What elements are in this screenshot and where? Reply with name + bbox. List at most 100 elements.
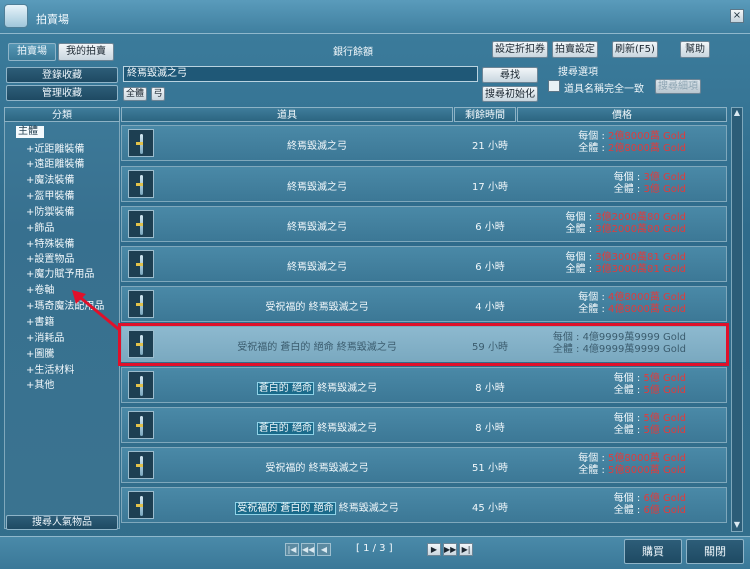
table-row[interactable]: 蒼白的 絕命 終焉毀滅之弓 8 小時 每個 : 5億 Gold 全體 : 5億 G… bbox=[121, 407, 727, 443]
time-left: 4 小時 bbox=[475, 302, 505, 313]
price-each: 3億2000萬80 Gold bbox=[595, 212, 686, 223]
popular-items-button[interactable]: 搜尋人氣物品 bbox=[6, 515, 118, 530]
reset-search-button[interactable]: 搜尋初始化 bbox=[482, 86, 538, 102]
app-logo-icon bbox=[4, 4, 28, 28]
price-total: 5億8000萬 Gold bbox=[608, 465, 686, 476]
bow-icon bbox=[128, 250, 154, 278]
item-name: 終焉毀滅之弓 bbox=[287, 141, 347, 152]
category-item[interactable]: +其他 bbox=[26, 376, 54, 391]
item-prefix: 蒼白的 絕命 bbox=[256, 382, 314, 395]
price-block: 每個 : 6億 Gold 全體 : 6億 Gold bbox=[613, 493, 686, 516]
find-button[interactable]: 尋找 bbox=[482, 67, 538, 83]
last-page-icon[interactable]: ▶| bbox=[459, 543, 473, 556]
item-name: 終焉毀滅之弓 bbox=[287, 182, 347, 193]
item-name: 終焉毀滅之弓 bbox=[287, 222, 347, 233]
time-left: 51 小時 bbox=[472, 463, 508, 474]
item-name: 終焉毀滅之弓 bbox=[287, 262, 347, 273]
bank-balance-label: 銀行餘額 bbox=[333, 47, 373, 58]
category-item[interactable]: +生活材料 bbox=[26, 361, 74, 376]
price-each: 5億8000萬 Gold bbox=[608, 453, 686, 464]
price-each: 5億 Gold bbox=[643, 413, 686, 424]
time-left: 17 小時 bbox=[472, 182, 508, 193]
scrollbar[interactable] bbox=[731, 107, 743, 532]
first-page-icon[interactable]: |◀ bbox=[285, 543, 299, 556]
item-prefix: 蒼白的 絕命 bbox=[256, 422, 314, 435]
category-item[interactable]: +盔甲裝備 bbox=[26, 187, 74, 202]
time-left: 6 小時 bbox=[475, 262, 505, 273]
buy-button[interactable]: 購買 bbox=[624, 539, 682, 564]
category-item[interactable]: +圖騰 bbox=[26, 345, 54, 360]
page-indicator: [ 1 / 3 ] bbox=[356, 543, 393, 554]
table-row[interactable]: 終焉毀滅之弓 21 小時 每個 : 2億8000萬 Gold 全體 : 2億800… bbox=[121, 125, 727, 161]
table-row[interactable]: 終焉毀滅之弓 6 小時 每個 : 3億3000萬81 Gold 全體 : 3億30… bbox=[121, 246, 727, 282]
bow-icon bbox=[128, 129, 154, 157]
bow-icon bbox=[128, 210, 154, 238]
category-item[interactable]: +飾品 bbox=[26, 219, 54, 234]
price-block: 每個 : 5億8000萬 Gold 全體 : 5億8000萬 Gold bbox=[578, 453, 686, 476]
price-total: 3億3000萬81 Gold bbox=[595, 264, 686, 275]
time-left: 8 小時 bbox=[475, 383, 505, 394]
time-left: 21 小時 bbox=[472, 141, 508, 152]
price-total: 3億2000萬80 Gold bbox=[595, 224, 686, 235]
time-left: 6 小時 bbox=[475, 222, 505, 233]
table-row[interactable]: 受祝福的 終焉毀滅之弓 4 小時 每個 : 4億8000萬 Gold 全體 : 4… bbox=[121, 286, 727, 322]
price-block: 每個 : 5億 Gold 全體 : 5億 Gold bbox=[613, 373, 686, 396]
bow-icon bbox=[128, 411, 154, 439]
price-each: 4億8000萬 Gold bbox=[608, 292, 686, 303]
category-root-item[interactable]: 主體 bbox=[16, 126, 44, 138]
scroll-down-icon[interactable]: ▼ bbox=[732, 520, 742, 530]
tab-my-auction[interactable]: 我的拍賣 bbox=[58, 43, 114, 61]
close-button[interactable]: 關閉 bbox=[686, 539, 744, 564]
coupon-settings-button[interactable]: 設定折扣券 bbox=[492, 41, 548, 58]
category-item[interactable]: +防禦裝備 bbox=[26, 203, 74, 218]
table-row[interactable]: 終焉毀滅之弓 17 小時 每個 : 3億 Gold 全體 : 3億 Gold bbox=[121, 166, 727, 202]
category-item[interactable]: +書籍 bbox=[26, 313, 54, 328]
item-name: 終焉毀滅之弓 bbox=[308, 463, 369, 474]
category-item[interactable]: +設置物品 bbox=[26, 250, 74, 265]
time-left: 8 小時 bbox=[475, 423, 505, 434]
scroll-up-icon[interactable]: ▲ bbox=[732, 108, 742, 118]
help-button[interactable]: 幫助 bbox=[680, 41, 710, 58]
category-item[interactable]: +近距離裝備 bbox=[26, 140, 84, 155]
prev-block-icon[interactable]: ◀◀ bbox=[301, 543, 315, 556]
category-item[interactable]: +魔法裝備 bbox=[26, 171, 74, 186]
category-item[interactable]: +遠距離裝備 bbox=[26, 155, 84, 170]
price-block: 每個 : 3億2000萬80 Gold 全體 : 3億2000萬80 Gold bbox=[565, 212, 686, 235]
column-header-price[interactable]: 價格 bbox=[517, 107, 727, 122]
close-icon[interactable]: × bbox=[730, 9, 744, 23]
register-favorite-button[interactable]: 登錄收藏 bbox=[6, 67, 118, 83]
category-item[interactable]: +魔力賦予用品 bbox=[26, 265, 94, 280]
window-title: 拍賣場 bbox=[36, 13, 69, 26]
auction-settings-button[interactable]: 拍賣設定 bbox=[552, 41, 598, 58]
next-block-icon[interactable]: ▶▶ bbox=[443, 543, 457, 556]
category-item[interactable]: +消耗品 bbox=[26, 329, 64, 344]
manage-favorite-button[interactable]: 管理收藏 bbox=[6, 85, 118, 101]
tab-auction[interactable]: 拍賣場 bbox=[8, 43, 56, 61]
category-item[interactable]: +卷軸 bbox=[26, 281, 54, 296]
price-block: 每個 : 3億3000萬81 Gold 全體 : 3億3000萬81 Gold bbox=[565, 252, 686, 275]
price-each: 2億8000萬 Gold bbox=[608, 131, 686, 142]
prev-page-icon[interactable]: ◀ bbox=[317, 543, 331, 556]
table-row[interactable]: 受祝福的 終焉毀滅之弓 51 小時 每個 : 5億8000萬 Gold 全體 : … bbox=[121, 447, 727, 483]
search-detail-button[interactable]: 搜尋細項 bbox=[655, 79, 701, 94]
filter-all-chip[interactable]: 全體 bbox=[123, 87, 147, 101]
search-options-title: 搜尋選項 bbox=[558, 67, 598, 78]
price-block: 每個 : 4億8000萬 Gold 全體 : 4億8000萬 Gold bbox=[578, 292, 686, 315]
column-header-time[interactable]: 剩餘時間 bbox=[454, 107, 516, 122]
price-total: 5億 Gold bbox=[643, 425, 686, 436]
price-block: 每個 : 3億 Gold 全體 : 3億 Gold bbox=[613, 172, 686, 195]
item-prefix: 受祝福的 bbox=[265, 463, 306, 474]
search-input[interactable]: 終焉毀滅之弓 bbox=[123, 66, 478, 82]
table-row[interactable]: 受祝福的 蒼白的 絕命 終焉毀滅之弓 45 小時 每個 : 6億 Gold 全體 … bbox=[121, 487, 727, 523]
highlight-box bbox=[118, 323, 729, 366]
table-row[interactable]: 終焉毀滅之弓 6 小時 每個 : 3億2000萬80 Gold 全體 : 3億20… bbox=[121, 206, 727, 242]
category-item[interactable]: +特殊裝備 bbox=[26, 235, 74, 250]
refresh-button[interactable]: 刷新(F5) bbox=[612, 41, 658, 58]
column-header-item[interactable]: 道具 bbox=[121, 107, 453, 122]
exact-name-checkbox[interactable] bbox=[548, 80, 560, 92]
item-prefix: 受祝福的 bbox=[265, 302, 306, 313]
next-page-icon[interactable]: ▶ bbox=[427, 543, 441, 556]
table-row[interactable]: 蒼白的 絕命 終焉毀滅之弓 8 小時 每個 : 5億 Gold 全體 : 5億 G… bbox=[121, 367, 727, 403]
bow-icon bbox=[128, 371, 154, 399]
filter-bow-chip[interactable]: 弓 bbox=[151, 87, 165, 101]
